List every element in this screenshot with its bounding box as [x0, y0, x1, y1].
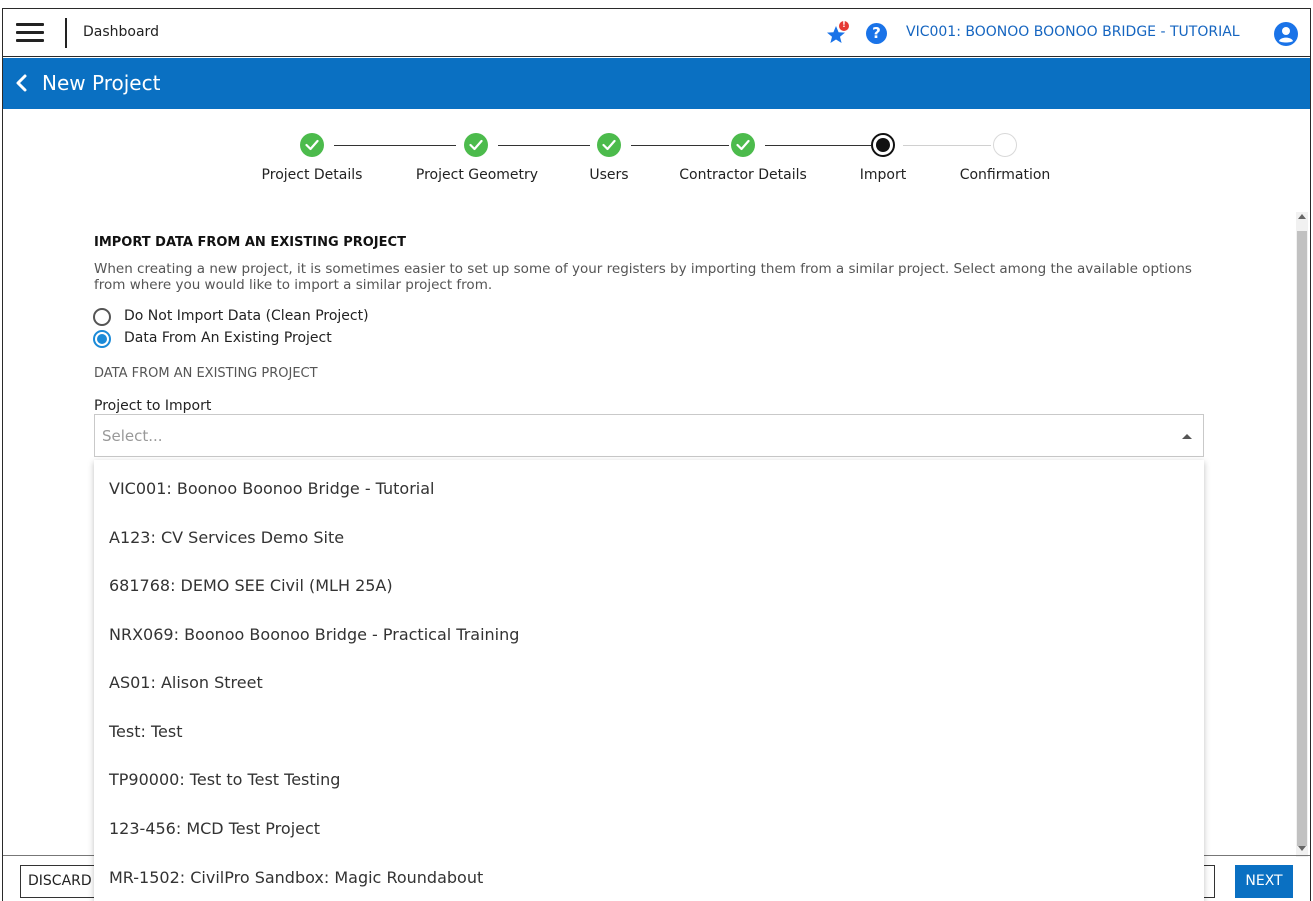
current-project-link[interactable]: VIC001: BOONOO BOONOO BRIDGE - TUTORIAL — [906, 24, 1240, 40]
step-label-project-details[interactable]: Project Details — [262, 167, 363, 183]
dropdown-option[interactable]: TP90000: Test to Test Testing — [94, 756, 1204, 804]
dropdown-option[interactable]: NRX069: Boonoo Boonoo Bridge - Practical… — [94, 611, 1204, 659]
dropdown-option[interactable]: Test: Test — [94, 708, 1204, 756]
step-done-check-icon — [300, 133, 324, 157]
project-search-input[interactable] — [102, 424, 1102, 448]
dropdown-option[interactable]: AS01: Alison Street — [94, 659, 1204, 707]
step-current-indicator — [871, 133, 895, 157]
step-label-confirmation: Confirmation — [959, 167, 1051, 183]
project-dropdown-list: VIC001: Boonoo Boonoo Bridge - Tutorial … — [94, 460, 1204, 901]
radio-label[interactable]: Do Not Import Data (Clean Project) — [124, 308, 369, 324]
help-icon[interactable]: ? — [866, 23, 887, 44]
project-to-import-label: Project to Import — [94, 398, 212, 414]
dashboard-link[interactable]: Dashboard — [83, 24, 159, 40]
step-done-check-icon — [597, 133, 621, 157]
caret-up-icon[interactable] — [1182, 434, 1192, 439]
notification-badge: ! — [842, 20, 846, 29]
step-done-check-icon — [731, 133, 755, 157]
step-connector — [765, 145, 871, 146]
next-button[interactable]: NEXT — [1235, 865, 1293, 898]
wizard-stepper: Project Details Project Geometry Users C… — [3, 109, 1310, 199]
page-title: New Project — [42, 71, 161, 95]
radio-checked-icon[interactable] — [93, 330, 111, 348]
step-connector — [631, 145, 729, 146]
dropdown-option[interactable]: A123: CV Services Demo Site — [94, 514, 1204, 562]
step-done-check-icon — [464, 133, 488, 157]
scroll-up-arrow-icon[interactable] — [1298, 214, 1306, 219]
dropdown-option[interactable]: VIC001: Boonoo Boonoo Bridge - Tutorial — [94, 465, 1204, 513]
step-label-import[interactable]: Import — [860, 167, 906, 183]
user-account-icon[interactable] — [1274, 22, 1298, 46]
step-label-contractor-details[interactable]: Contractor Details — [679, 167, 807, 183]
top-bar: Dashboard ! ? VIC001: BOONOO BOONOO BRID… — [3, 9, 1310, 57]
menu-icon[interactable] — [16, 22, 44, 44]
page-header: New Project — [3, 58, 1310, 109]
divider — [65, 18, 67, 48]
radio-label[interactable]: Data From An Existing Project — [124, 330, 332, 346]
step-label-project-geometry[interactable]: Project Geometry — [416, 167, 538, 183]
step-label-users[interactable]: Users — [589, 167, 628, 183]
project-to-import-select[interactable] — [94, 414, 1204, 457]
step-pending-indicator — [993, 133, 1017, 157]
app-frame: Dashboard ! ? VIC001: BOONOO BOONOO BRID… — [2, 8, 1311, 901]
dropdown-option[interactable]: MR-1502: CivilPro Sandbox: Magic Roundab… — [94, 854, 1204, 901]
step-connector — [334, 145, 456, 146]
section-title: IMPORT DATA FROM AN EXISTING PROJECT — [94, 235, 406, 250]
section-description: When creating a new project, it is somet… — [94, 261, 1192, 293]
step-connector — [903, 145, 991, 146]
dropdown-option[interactable]: 123-456: MCD Test Project — [94, 805, 1204, 853]
subsection-heading: DATA FROM AN EXISTING PROJECT — [94, 366, 318, 381]
radio-unchecked-icon[interactable] — [93, 308, 111, 326]
back-arrow-icon[interactable] — [13, 71, 35, 95]
scrollbar-thumb[interactable] — [1297, 231, 1307, 846]
scroll-down-arrow-icon[interactable] — [1298, 846, 1306, 851]
step-connector — [498, 145, 590, 146]
dropdown-option[interactable]: 681768: DEMO SEE Civil (MLH 25A) — [94, 562, 1204, 610]
favourite-star-icon[interactable]: ! — [825, 20, 851, 47]
